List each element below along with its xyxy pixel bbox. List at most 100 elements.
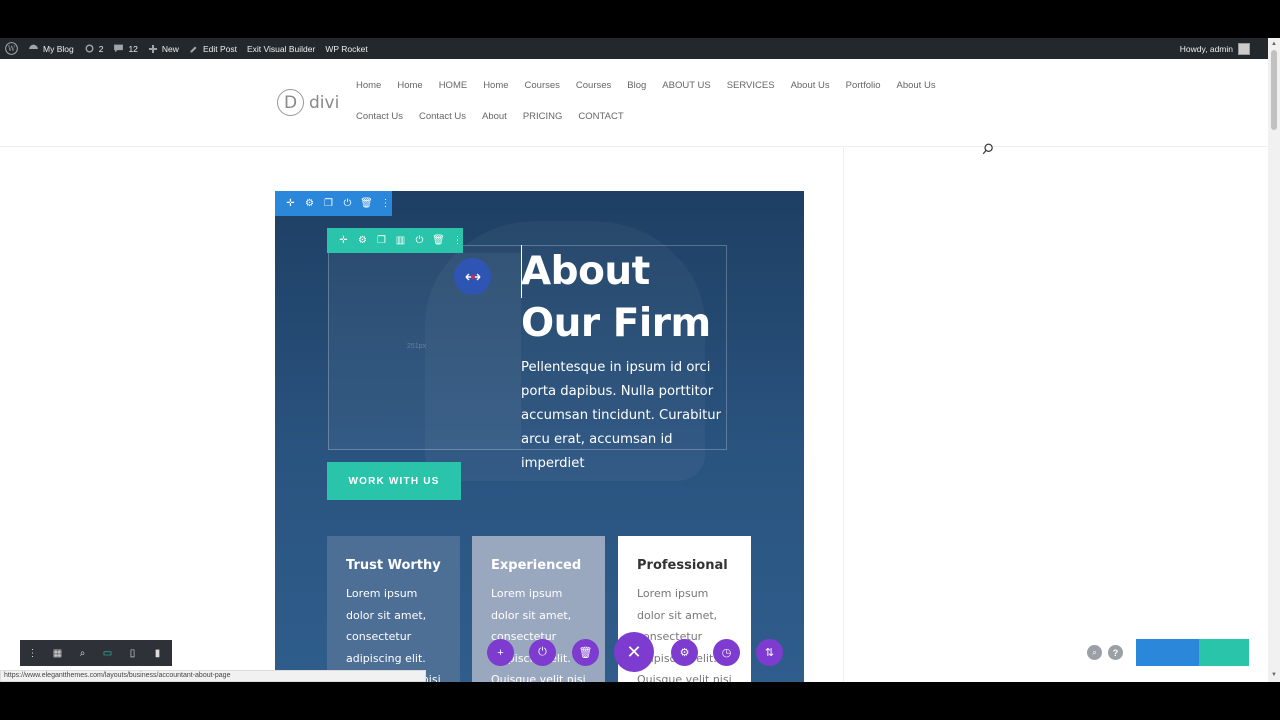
search-icon[interactable] [982,142,994,160]
gear-icon[interactable]: ⚙ [304,198,315,209]
comments-link[interactable]: 12 [108,38,142,59]
page-settings-button[interactable]: ⚙ [671,639,698,666]
site-logo[interactable]: D divi [277,89,339,116]
logo-text: divi [309,92,340,113]
zoom-icon[interactable]: ⌕ [70,640,95,666]
card-text: Lorem ipsum dolor sit amet, consectetur … [491,587,586,682]
wordpress-logo-icon[interactable]: W [0,38,23,59]
logo-mark: D [277,89,304,116]
import-export-icon: ⇅ [764,647,775,659]
duplicate-icon[interactable]: ❐ [376,235,387,246]
hero-paragraph[interactable]: Pellentesque in ipsum id orci porta dapi… [521,356,731,476]
avatar [1238,42,1250,55]
comment-icon [114,44,124,53]
wp-rocket-link[interactable]: WP Rocket [320,38,372,59]
more-icon[interactable]: ⋮ [20,640,45,666]
card-title: Trust Worthy [346,558,441,573]
close-icon: ✕ [626,641,642,662]
column-left[interactable] [328,253,521,450]
main-nav-row-2: Contact Us Contact Us About PRICING CONT… [356,111,976,122]
power-icon[interactable]: ⏻ [342,198,353,209]
card-title: Professional [637,558,728,573]
gear-icon[interactable]: ⚙ [357,235,368,246]
feature-card[interactable]: Trust Worthy Lorem ipsum dolor sit amet,… [327,536,460,682]
nav-item[interactable]: PRICING [523,111,563,122]
new-content-link[interactable]: New [143,38,184,59]
nav-item[interactable]: SERVICES [727,80,775,91]
site-name: My Blog [43,43,74,54]
main-nav-row-1: Home Home HOME Home Courses Courses Blog… [356,80,976,91]
disable-button[interactable]: ⏻ [529,639,556,666]
card-text: Lorem ipsum dolor sit amet, consectetur … [346,587,441,682]
tablet-icon[interactable]: ▯ [120,640,145,666]
nav-item[interactable]: About Us [897,80,936,91]
more-icon[interactable]: ⋮ [452,235,463,246]
plus-icon: + [497,646,504,659]
trash-icon[interactable]: 🗑 [432,235,445,246]
howdy-label: Howdy, admin [1179,43,1233,54]
more-icon[interactable]: ⋮ [380,198,391,209]
move-icon[interactable]: ✛ [285,198,296,209]
hero-title[interactable]: About Our Firm [521,246,731,350]
nav-item[interactable]: Contact Us [356,111,403,122]
scroll-thumb[interactable] [1271,50,1277,130]
site-name-link[interactable]: My Blog [23,38,79,59]
updates-link[interactable]: 2 [79,38,109,59]
exit-visual-builder-link[interactable]: Exit Visual Builder [242,38,320,59]
columns-icon[interactable]: ▥ [395,235,406,246]
edit-post-link[interactable]: Edit Post [184,38,242,59]
wp-admin-bar: W My Blog 2 12 New Edit Post Exit Visual… [0,38,1280,59]
edit-post-label: Edit Post [202,43,237,54]
trash-icon[interactable]: 🗑 [360,198,373,209]
nav-item[interactable]: Blog [627,80,646,91]
nav-item[interactable]: Contact Us [419,111,466,122]
wireframe-icon[interactable]: ▦ [45,640,70,666]
gear-icon: ⚙ [679,647,690,659]
nav-item[interactable]: Home [356,80,381,91]
duplicate-icon[interactable]: ❐ [323,198,334,209]
nav-item[interactable]: About [482,111,507,122]
exit-visual-builder-label: Exit Visual Builder [246,43,316,54]
section-toolbar: ✛ ⚙ ❐ ⏻ 🗑 ⋮ [275,191,392,216]
account-menu[interactable]: Howdy, admin [1179,42,1280,55]
nav-item[interactable]: Courses [525,80,560,91]
column-resize-handle[interactable] [454,258,491,295]
nav-item[interactable]: ABOUT US [662,80,710,91]
updates-icon [85,44,94,53]
work-with-us-button[interactable]: WORK WITH US [327,462,461,500]
trash-icon: 🗑 [578,647,593,659]
nav-item[interactable]: HOME [439,80,468,91]
page-scrollbar[interactable]: ▲ ▼ [1268,38,1280,682]
search-help-icon[interactable]: ⌕ [1087,645,1102,660]
history-button[interactable]: ◷ [713,639,740,666]
nav-item[interactable]: Home [483,80,508,91]
browser-viewport: W My Blog 2 12 New Edit Post Exit Visual… [0,38,1280,682]
nav-item[interactable]: Courses [576,80,611,91]
phone-icon[interactable]: ▮ [145,640,170,666]
desktop-icon[interactable]: ▭ [95,640,120,666]
new-label: New [161,43,179,54]
site-header: D divi Home Home HOME Home Courses Cours… [0,59,1268,147]
scroll-down-icon[interactable]: ▼ [1271,672,1277,678]
help-icon[interactable]: ? [1108,645,1123,660]
nav-item[interactable]: Home [397,80,422,91]
comments-count: 12 [128,43,138,54]
card-text: Lorem ipsum dolor sit amet, consectetur … [637,587,732,682]
close-builder-button[interactable]: ✕ [614,632,654,672]
delete-button[interactable]: 🗑 [572,639,599,666]
add-module-button[interactable]: + [487,639,514,666]
column-width-label: 251px [407,343,427,350]
portability-button[interactable]: ⇅ [756,639,783,666]
row-toolbar: ✛ ⚙ ❐ ▥ ⏻ 🗑 ⋮ [327,228,463,253]
wp-rocket-label: WP Rocket [325,43,368,54]
builder-view-toolbar: ⋮ ▦ ⌕ ▭ ▯ ▮ [20,640,172,666]
nav-item[interactable]: About Us [791,80,830,91]
move-icon[interactable]: ✛ [338,235,349,246]
save-draft-button[interactable] [1136,639,1199,666]
nav-item[interactable]: CONTACT [578,111,623,122]
publish-button[interactable] [1199,639,1249,666]
nav-item[interactable]: Portfolio [846,80,881,91]
power-icon[interactable]: ⏻ [414,235,425,246]
sidebar-divider [843,148,844,682]
scroll-up-icon[interactable]: ▲ [1271,41,1277,47]
